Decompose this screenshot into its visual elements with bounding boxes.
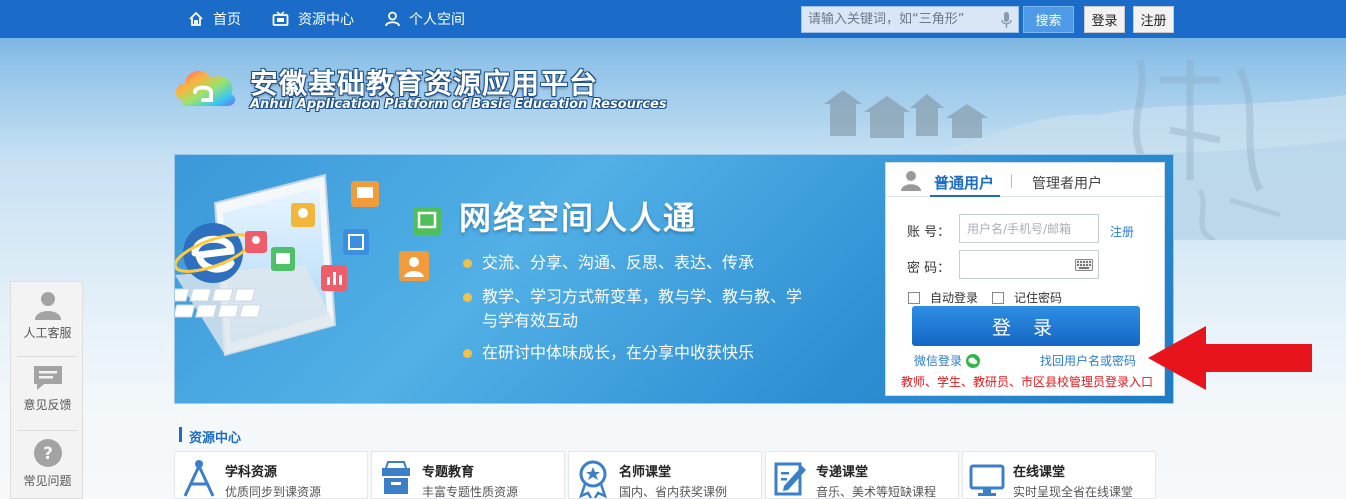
account-label: 账 号： <box>907 225 951 240</box>
nav-resource-label: 资源中心 <box>298 12 354 28</box>
active-tab-indicator <box>930 195 1000 197</box>
wechat-login-label: 微信登录 <box>914 354 963 368</box>
search-button[interactable]: 搜索 <box>1023 6 1074 33</box>
remember-password-label: 记住密码 <box>1014 291 1063 305</box>
divider <box>17 356 77 357</box>
bullet-dot-icon <box>463 293 472 302</box>
tab-divider <box>1011 174 1012 188</box>
tv-icon <box>272 11 289 26</box>
checkbox-box[interactable] <box>992 291 1004 304</box>
banner-title: 网络空间人人通 <box>459 199 698 237</box>
bullet-dot-icon <box>463 259 472 268</box>
platform-logo <box>175 70 236 106</box>
resource-card-online-class[interactable]: 在线课堂 实时呈现全省在线课堂 <box>962 451 1156 499</box>
laptop-illustration <box>175 173 441 357</box>
faq-button[interactable]: ? 常见问题 <box>11 438 84 499</box>
nav-personal-label: 个人空间 <box>409 12 465 28</box>
account-input[interactable] <box>959 214 1099 243</box>
monitor-icon <box>969 464 1005 496</box>
customer-service-icon <box>34 292 61 320</box>
find-account-link[interactable]: 找回用户名或密码 <box>1040 352 1136 369</box>
resource-card-subject[interactable]: 学科资源 优质同步到课资源 <box>174 451 368 499</box>
banner-bullet-2: 教学、学习方式新变革，教与学、教与教、学与学有效互动 <box>463 285 803 333</box>
microphone-icon[interactable] <box>1001 12 1012 29</box>
wechat-login-link[interactable]: 微信登录 <box>914 352 981 369</box>
register-link[interactable]: 注册 <box>1110 223 1134 240</box>
search-input[interactable] <box>808 12 990 27</box>
nav-personal-space[interactable]: 个人空间 <box>385 0 465 38</box>
user-icon <box>385 11 400 27</box>
login-panel: 普通用户 管理者用户 账 号： 注册 密 码： 自动登录 记住密码 登 录 微信… <box>885 162 1165 396</box>
auto-login-checkbox[interactable]: 自动登录 <box>908 289 978 306</box>
home-icon <box>189 11 203 26</box>
resource-card-topic[interactable]: 专题教育 丰富专题性质资源 <box>371 451 565 499</box>
entry-notice-link[interactable]: 教师、学生、教研员、市区县校管理员登录入口 <box>901 373 1153 390</box>
subject-icon <box>183 460 215 497</box>
feedback-button[interactable]: 意见反馈 <box>11 364 84 436</box>
password-label: 密 码： <box>907 261 951 276</box>
search-box <box>801 6 1019 33</box>
bullet-dot-icon <box>463 349 472 358</box>
platform-subtitle: Anhui Application Platform of Basic Educ… <box>250 97 667 112</box>
question-icon: ? <box>33 439 62 467</box>
login-submit-button[interactable]: 登 录 <box>912 306 1140 346</box>
top-nav-bar: 首页 资源中心 个人空间 搜索 登录 注册 <box>0 0 1346 38</box>
remember-password-checkbox[interactable]: 记住密码 <box>992 289 1062 306</box>
banner-bullet-3: 在研讨中体味成长，在分享中收获快乐 <box>463 341 803 365</box>
login-tabs: 普通用户 管理者用户 <box>886 163 1164 197</box>
nav-home[interactable]: 首页 <box>188 0 241 38</box>
auto-login-label: 自动登录 <box>930 291 979 305</box>
floating-service-panel: 人工客服 意见反馈 ? 常见问题 <box>10 281 83 499</box>
resource-card-special-delivery[interactable]: 专递课堂 音乐、美术等短缺课程 <box>765 451 959 499</box>
keyboard-icon[interactable] <box>1075 259 1093 271</box>
top-register-button[interactable]: 注册 <box>1133 6 1174 33</box>
customer-service-button[interactable]: 人工客服 <box>11 290 84 362</box>
divider <box>17 430 77 431</box>
svg-text:?: ? <box>43 444 53 464</box>
platform-title: 安徽基础教育资源应用平台 <box>250 67 599 100</box>
nav-resource-center[interactable]: 资源中心 <box>272 0 354 38</box>
feedback-icon <box>33 366 62 390</box>
top-login-button[interactable]: 登录 <box>1084 6 1125 33</box>
tab-normal-user[interactable]: 普通用户 <box>934 172 994 193</box>
user-avatar-icon <box>901 171 921 191</box>
wechat-icon <box>966 353 981 368</box>
medal-icon <box>579 460 607 498</box>
checkbox-box[interactable] <box>908 291 920 304</box>
resource-card-famous-teacher[interactable]: 名师课堂 国内、省内获奖课例 <box>568 451 762 499</box>
resource-list: 学科资源 优质同步到课资源 专题教育 丰富专题性质资源 名师课堂 国内、省内获奖… <box>174 451 1174 499</box>
red-arrow-icon <box>1148 326 1312 390</box>
resource-section-title: 资源中心 <box>179 427 241 446</box>
nav-home-label: 首页 <box>213 12 241 28</box>
tab-admin-user[interactable]: 管理者用户 <box>1032 173 1102 193</box>
banner-bullet-1: 交流、分享、沟通、反思、表达、传承 <box>463 251 803 275</box>
archive-icon <box>382 461 410 494</box>
edit-icon <box>774 462 806 496</box>
